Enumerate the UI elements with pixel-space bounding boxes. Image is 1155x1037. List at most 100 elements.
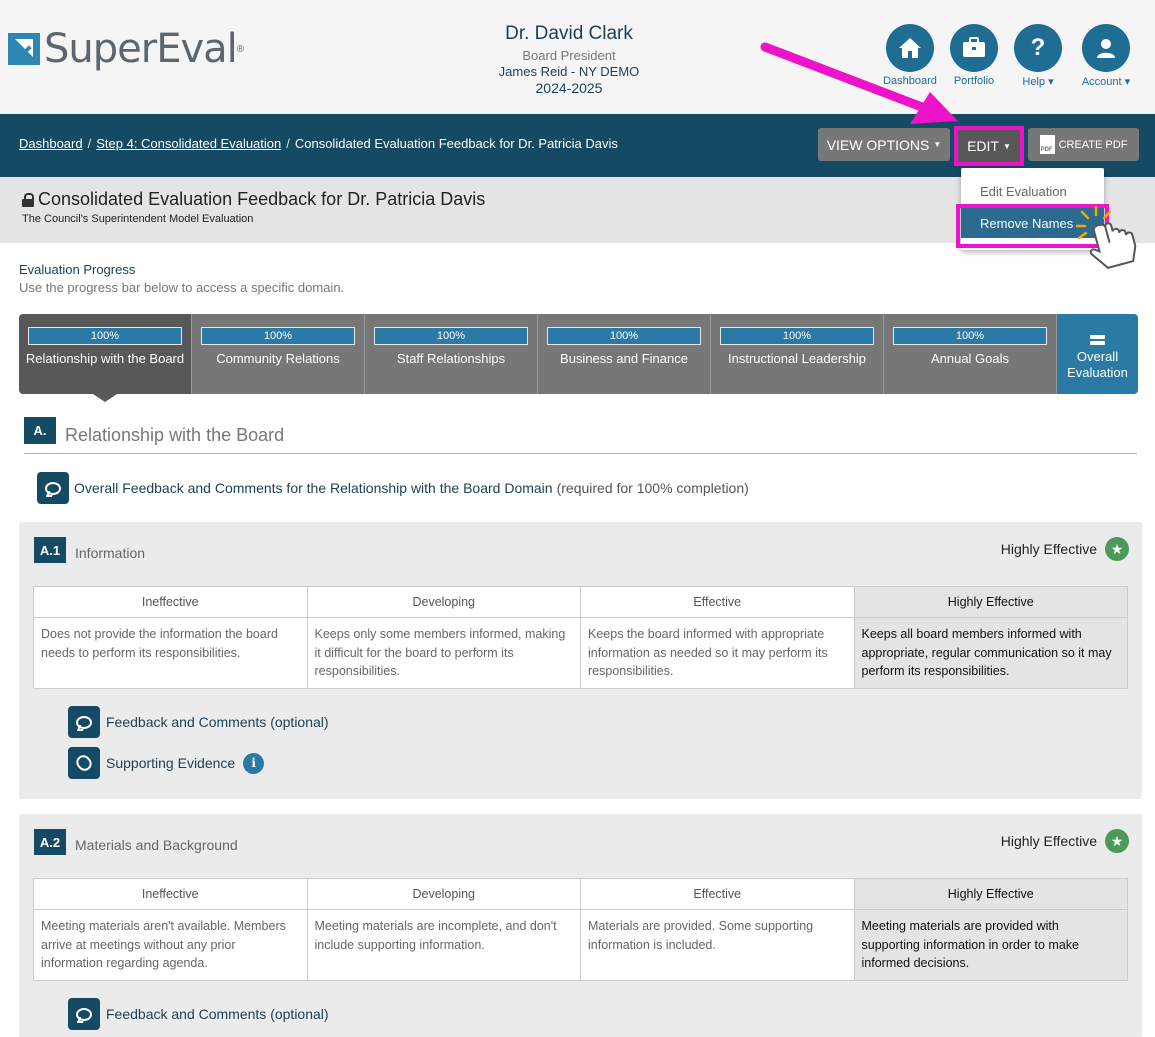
progress-tab-label: Business and Finance xyxy=(560,351,688,366)
progress-bar: 100% xyxy=(720,327,874,345)
indicator-badge: A.1 xyxy=(34,537,66,563)
progress-tab-overall-evaluation[interactable]: Overall Evaluation xyxy=(1057,314,1138,394)
page-subtitle: The Council's Superintendent Model Evalu… xyxy=(22,213,254,225)
indicator-card-a1: A.1 Information Highly Effective ★ Ineff… xyxy=(19,522,1142,799)
paperclip-icon[interactable] xyxy=(68,747,100,779)
rubric-header-selected: Highly Effective xyxy=(853,878,1128,910)
overall-feedback-row: Overall Feedback and Comments for the Re… xyxy=(37,472,749,504)
info-icon[interactable]: i xyxy=(243,752,265,774)
overall-feedback-note: (required for 100% completion) xyxy=(556,480,749,496)
rubric-cell: Keeps only some members informed, making… xyxy=(306,617,581,689)
rubric-cell: Keeps the board informed with appropriat… xyxy=(580,617,855,689)
comment-icon[interactable] xyxy=(37,472,69,504)
comment-icon[interactable] xyxy=(68,706,100,738)
breadcrumb-separator: / xyxy=(286,136,290,151)
progress-tab-label: Annual Goals xyxy=(930,351,1010,366)
overall-feedback-link[interactable]: Overall Feedback and Comments for the Re… xyxy=(74,480,553,496)
home-icon xyxy=(886,24,934,72)
nav-portfolio[interactable]: Portfolio xyxy=(949,24,999,88)
supporting-evidence-row: Supporting Evidence i xyxy=(68,747,265,779)
progress-tab-label: Instructional Leadership xyxy=(727,351,867,366)
briefcase-icon xyxy=(950,24,998,72)
rubric-table: Ineffective Developing Effective Highly … xyxy=(33,586,1128,689)
rubric-cell: Meeting materials aren't available. Memb… xyxy=(33,909,308,981)
user-year: 2024-2025 xyxy=(535,80,603,97)
rubric-header: Ineffective xyxy=(33,878,308,910)
nav-help-label: Help ▾ xyxy=(1022,76,1054,88)
comment-icon[interactable] xyxy=(68,998,100,1030)
feedback-comments-link[interactable]: Feedback and Comments (optional) xyxy=(106,1006,329,1022)
rubric-header: Effective xyxy=(580,878,855,910)
progress-tab-staff-relationships[interactable]: 100% Staff Relationships xyxy=(365,314,538,394)
create-pdf-button[interactable]: CREATE PDF xyxy=(1028,128,1139,161)
nav-help[interactable]: ? Help ▾ xyxy=(1013,24,1063,88)
nav-dashboard[interactable]: Dashboard xyxy=(883,24,937,88)
nav-account[interactable]: Account ▾ xyxy=(1077,24,1135,88)
nav-account-label: Account ▾ xyxy=(1081,76,1131,88)
edit-button[interactable]: EDIT ▼ xyxy=(954,126,1024,166)
page-title: Consolidated Evaluation Feedback for Dr.… xyxy=(22,189,485,210)
rating-label: Highly Effective xyxy=(1000,833,1097,849)
progress-bar: 100% xyxy=(547,327,701,345)
rubric-header: Developing xyxy=(306,586,581,618)
progress-bar: 100% xyxy=(201,327,355,345)
progress-description: Use the progress bar below to access a s… xyxy=(19,280,345,295)
section-title: Relationship with the Board xyxy=(65,425,285,445)
rubric-header: Ineffective xyxy=(33,586,308,618)
question-icon: ? xyxy=(1014,24,1062,72)
indicator-rating: Highly Effective ★ xyxy=(1001,537,1129,561)
progress-tab-label: Community Relations xyxy=(216,351,340,366)
rubric-cell: Materials are provided. Some supporting … xyxy=(580,909,855,981)
logo-text: SuperEval xyxy=(44,26,238,72)
rubric-cell: Does not provide the information the boa… xyxy=(33,617,308,689)
progress-tab-annual-goals[interactable]: 100% Annual Goals xyxy=(884,314,1057,394)
superEval-logo[interactable]: SuperEval ® xyxy=(8,26,244,72)
remove-names-highlight xyxy=(956,204,1109,248)
progress-bar: 100% xyxy=(893,327,1047,345)
top-nav: Dashboard Portfolio ? Help ▾ Account ▾ xyxy=(883,24,1135,88)
breadcrumb: Dashboard / Step 4: Consolidated Evaluatio… xyxy=(19,136,618,151)
overall-evaluation-label: Overall Evaluation xyxy=(1067,349,1128,380)
progress-tabs: 100% Relationship with the Board 100% Co… xyxy=(19,314,1141,402)
indicator-title: Information xyxy=(75,545,146,561)
rubric-header: Developing xyxy=(306,878,581,910)
progress-tab-community-relations[interactable]: 100% Community Relations xyxy=(192,314,365,394)
edit-evaluation-item[interactable]: Edit Evaluation xyxy=(961,176,1104,206)
section-badge: A. xyxy=(24,417,56,444)
page-title-text: Consolidated Evaluation Feedback for Dr.… xyxy=(38,189,486,209)
view-options-button[interactable]: VIEW OPTIONS ▼ xyxy=(818,128,950,161)
rubric-header-selected: Highly Effective xyxy=(853,586,1128,618)
progress-tab-business-finance[interactable]: 100% Business and Finance xyxy=(538,314,711,394)
supporting-evidence-link[interactable]: Supporting Evidence xyxy=(106,755,235,771)
rubric-cell-selected: Keeps all board members informed with ap… xyxy=(853,617,1128,689)
feedback-comments-row: Feedback and Comments (optional) xyxy=(68,998,329,1030)
create-pdf-label: CREATE PDF xyxy=(1058,138,1128,151)
progress-tab-relationship-board[interactable]: 100% Relationship with the Board xyxy=(19,314,192,402)
progress-bar: 100% xyxy=(374,327,528,345)
indicator-badge: A.2 xyxy=(34,829,66,855)
feedback-comments-row: Feedback and Comments (optional) xyxy=(68,706,329,738)
breadcrumb-separator: / xyxy=(87,136,92,151)
rating-label: Highly Effective xyxy=(1000,541,1097,557)
indicator-title: Materials and Background xyxy=(75,837,238,853)
indicator-rating: Highly Effective ★ xyxy=(1001,829,1129,853)
feedback-comments-link[interactable]: Feedback and Comments (optional) xyxy=(106,714,329,730)
lock-icon xyxy=(22,192,34,207)
rubric-cell: Meeting materials are incomplete, and do… xyxy=(306,909,581,981)
star-icon: ★ xyxy=(1105,829,1129,853)
breadcrumb-dashboard[interactable]: Dashboard xyxy=(19,136,83,151)
nav-dashboard-label: Dashboard xyxy=(883,75,937,87)
section-divider xyxy=(24,453,1137,454)
stack-icon xyxy=(1090,335,1105,346)
user-icon xyxy=(1082,24,1130,72)
progress-title: Evaluation Progress xyxy=(19,262,136,277)
progress-tab-label: Relationship with the Board xyxy=(25,351,185,366)
logo-registered: ® xyxy=(236,43,245,55)
progress-bar: 100% xyxy=(28,327,182,345)
progress-tab-instructional-leadership[interactable]: 100% Instructional Leadership xyxy=(711,314,884,394)
pdf-icon xyxy=(1039,135,1055,154)
breadcrumb-current: Consolidated Evaluation Feedback for Dr.… xyxy=(294,136,618,151)
breadcrumb-step4[interactable]: Step 4: Consolidated Evaluation xyxy=(96,136,281,151)
progress-tab-label: Staff Relationships xyxy=(396,351,506,366)
logo-mark-icon xyxy=(8,33,40,65)
